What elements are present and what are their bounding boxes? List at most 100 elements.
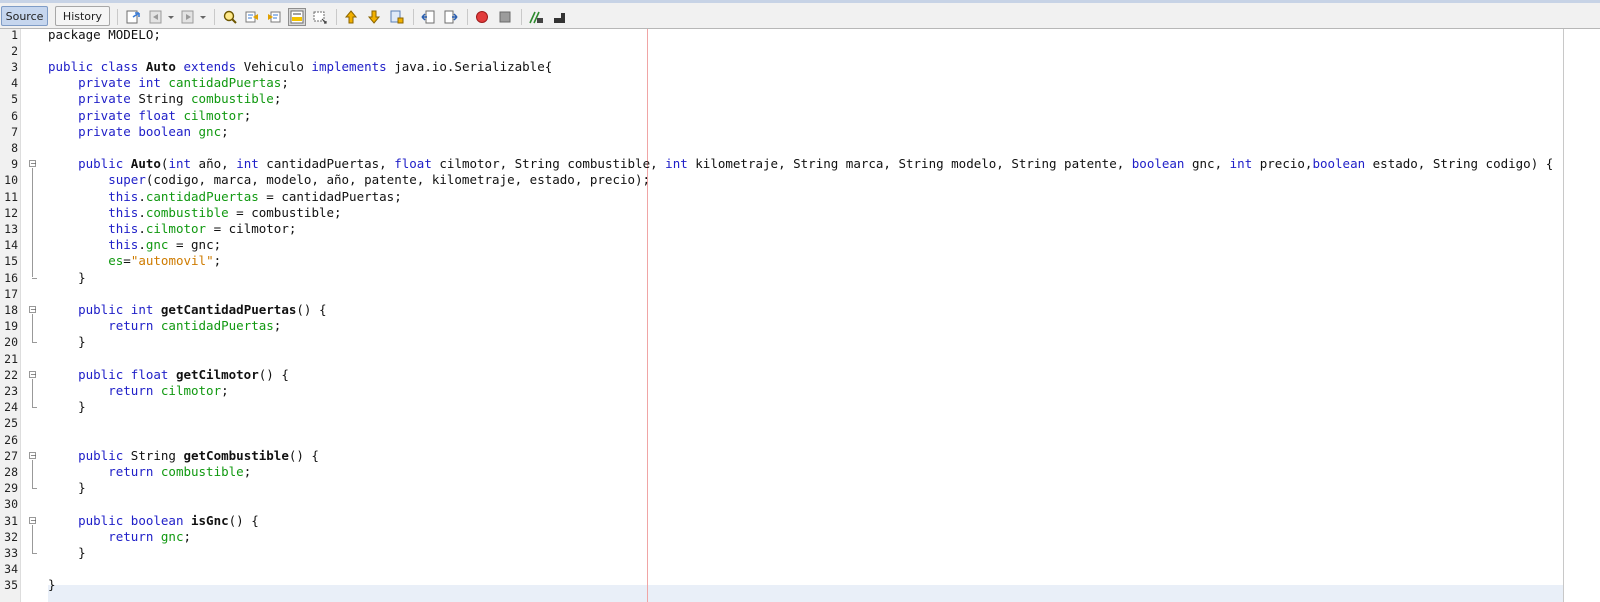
fold-end-marker <box>32 342 37 344</box>
fold-toggle-icon[interactable]: − <box>29 451 37 459</box>
find-selection-icon[interactable] <box>312 9 328 25</box>
vertical-scrollbar[interactable] <box>1563 29 1600 602</box>
line-number: 31 <box>4 513 18 528</box>
line-number: 13 <box>4 221 18 236</box>
start-macro-icon[interactable] <box>474 9 490 25</box>
line-number: 34 <box>4 562 18 577</box>
fold-toggle-icon[interactable]: − <box>29 305 37 313</box>
line-number: 1 <box>11 27 18 42</box>
line-number: 6 <box>11 108 18 123</box>
tab-history[interactable]: History <box>55 6 110 26</box>
line-number-gutter: 1 2 3 4 5 6 7 8 9 10 11 12 13 14 15 16 17 18 19 20 21 22 23 24 2… <box>0 27 21 602</box>
shift-right-icon[interactable] <box>443 9 459 25</box>
code-line[interactable]: public boolean isGnc() { <box>48 513 259 529</box>
toolbar-separator <box>214 9 215 25</box>
fold-guide <box>32 524 33 553</box>
line-number: 5 <box>11 92 18 107</box>
line-number: 24 <box>4 400 18 415</box>
fold-guide <box>32 378 33 408</box>
line-number: 18 <box>4 302 18 317</box>
line-number: 4 <box>11 76 18 91</box>
toolbar-separator <box>117 9 118 25</box>
line-number: 28 <box>4 464 18 479</box>
uncomment-icon[interactable] <box>551 9 567 25</box>
editor-toolbar: Source History <box>0 3 1600 29</box>
line-number: 26 <box>4 432 18 447</box>
tab-source[interactable]: Source <box>1 6 48 26</box>
code-line[interactable]: private String combustible; <box>48 91 281 107</box>
code-line[interactable]: return combustible; <box>48 464 251 480</box>
fold-end-marker <box>32 407 37 409</box>
toolbar-separator <box>521 9 522 25</box>
line-number: 30 <box>4 497 18 512</box>
toggle-bookmark-icon[interactable] <box>389 9 405 25</box>
next-bookmark-icon[interactable] <box>366 9 382 25</box>
line-number: 16 <box>4 270 18 285</box>
code-line[interactable]: package MODELO; <box>48 27 161 43</box>
comment-icon[interactable] <box>528 9 544 25</box>
code-line[interactable]: } <box>48 480 86 496</box>
fold-toggle-icon[interactable]: − <box>29 370 37 378</box>
line-number: 11 <box>4 189 18 204</box>
code-line[interactable]: public Auto(int año, int cantidadPuertas… <box>48 156 1553 172</box>
line-number: 10 <box>4 173 18 188</box>
line-number: 15 <box>4 254 18 269</box>
line-number: 17 <box>4 286 18 301</box>
fold-toggle-icon[interactable]: − <box>29 516 37 524</box>
find-icon[interactable] <box>222 9 238 25</box>
code-line[interactable]: return cilmotor; <box>48 383 228 399</box>
line-number: 32 <box>4 529 18 544</box>
code-line[interactable]: } <box>48 545 86 561</box>
code-line[interactable]: private float cilmotor; <box>48 108 251 124</box>
code-editor[interactable]: package MODELO; public class Auto extends… <box>48 27 1563 602</box>
stop-macro-icon[interactable] <box>497 9 513 25</box>
fold-guide <box>32 313 33 343</box>
shift-left-icon[interactable] <box>420 9 436 25</box>
last-edit-icon[interactable] <box>125 9 141 25</box>
forward-dropdown-icon[interactable] <box>198 9 208 25</box>
code-line[interactable]: return cantidadPuertas; <box>48 318 281 334</box>
code-line[interactable]: } <box>48 577 56 593</box>
code-line[interactable]: this.combustible = combustible; <box>48 205 341 221</box>
line-number: 27 <box>4 448 18 463</box>
code-line[interactable]: this.gnc = gnc; <box>48 237 221 253</box>
code-line[interactable]: } <box>48 334 86 350</box>
fold-end-marker <box>32 552 37 554</box>
fold-guide <box>32 459 33 489</box>
find-next-icon[interactable] <box>266 9 282 25</box>
code-line[interactable]: es="automovil"; <box>48 253 221 269</box>
toolbar-separator <box>336 9 337 25</box>
code-line[interactable]: private int cantidadPuertas; <box>48 75 289 91</box>
highlight-toggle-icon[interactable] <box>288 8 306 26</box>
back-dropdown-icon[interactable] <box>166 9 176 25</box>
code-line[interactable]: public String getCombustible() { <box>48 448 319 464</box>
code-line[interactable]: private boolean gnc; <box>48 124 229 140</box>
code-line[interactable]: super(codigo, marca, modelo, año, patent… <box>48 172 650 188</box>
line-number: 3 <box>11 59 18 74</box>
code-line[interactable]: public class Auto extends Vehiculo imple… <box>48 59 552 75</box>
line-number: 12 <box>4 205 18 220</box>
back-icon[interactable] <box>148 9 164 25</box>
code-line[interactable]: } <box>48 270 86 286</box>
line-number: 8 <box>11 140 18 155</box>
find-previous-icon[interactable] <box>244 9 260 25</box>
toolbar-separator <box>413 9 414 25</box>
previous-bookmark-icon[interactable] <box>343 9 359 25</box>
code-line[interactable]: return gnc; <box>48 529 191 545</box>
line-number: 19 <box>4 319 18 334</box>
code-line[interactable]: public int getCantidadPuertas() { <box>48 302 326 318</box>
line-number: 7 <box>11 124 18 139</box>
code-line[interactable]: } <box>48 399 86 415</box>
line-number: 29 <box>4 481 18 496</box>
code-line[interactable]: this.cilmotor = cilmotor; <box>48 221 296 237</box>
forward-icon[interactable] <box>180 9 196 25</box>
toolbar-separator <box>467 9 468 25</box>
code-line[interactable]: public float getCilmotor() { <box>48 367 289 383</box>
line-number: 20 <box>4 335 18 350</box>
line-number: 33 <box>4 545 18 560</box>
fold-toggle-icon[interactable]: − <box>29 160 37 168</box>
code-fold-column: − − − − − <box>28 29 42 602</box>
line-number: 9 <box>11 157 18 172</box>
code-line[interactable]: this.cantidadPuertas = cantidadPuertas; <box>48 189 402 205</box>
line-number: 23 <box>4 383 18 398</box>
